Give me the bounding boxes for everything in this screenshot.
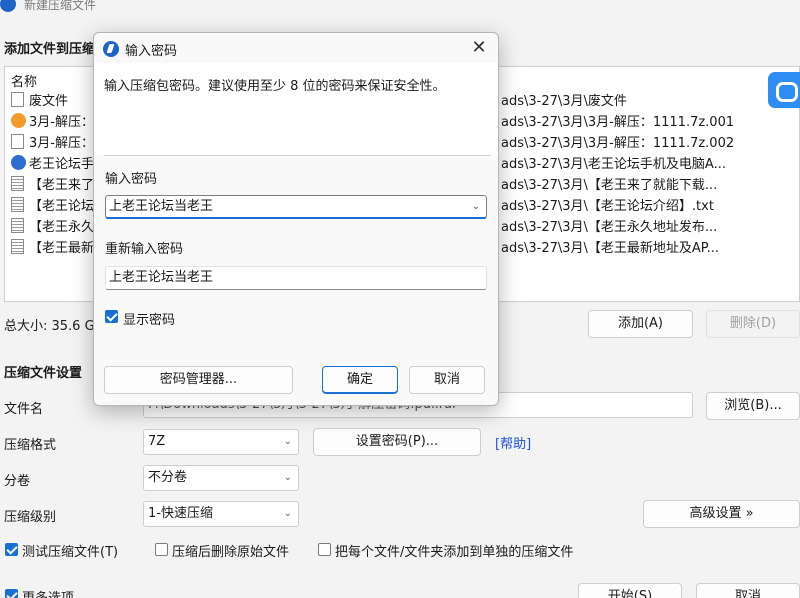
settings-section-title: 压缩文件设置 xyxy=(4,366,83,381)
separate-archives-label[interactable]: 把每个文件/文件夹添加到单独的压缩文件 xyxy=(335,541,573,560)
delete-button[interactable]: 删除(D) xyxy=(706,310,800,338)
main-titlebar: 新建压缩文件 xyxy=(0,0,800,16)
column-header-name[interactable]: 名称 xyxy=(11,71,37,90)
file-name: 3月-解压： xyxy=(29,115,94,130)
split-label: 分卷 xyxy=(4,474,31,489)
chevron-down-icon: ⌄ xyxy=(283,508,292,519)
dialog-description-area: 输入压缩包密码。建议使用至少 8 位的密码来保证安全性。 xyxy=(94,63,498,155)
delete-after-label[interactable]: 压缩后删除原始文件 xyxy=(172,541,289,560)
format-label: 压缩格式 xyxy=(4,438,57,453)
folder-file-icon xyxy=(11,92,24,107)
chevron-down-icon: ⌄ xyxy=(283,472,292,483)
file-path: ads\3-27\3月\老王论坛手机及电脑A... xyxy=(501,157,726,172)
password-label: 输入密码 xyxy=(105,172,158,187)
file-path: ads\3-27\3月\【老王最新地址及AP... xyxy=(501,241,720,256)
password-manager-button[interactable]: 密码管理器... xyxy=(104,366,293,394)
text-file-icon xyxy=(11,176,24,191)
browse-button[interactable]: 浏览(B)... xyxy=(706,392,800,420)
file-name: 【老王永久 xyxy=(29,220,95,235)
more-options-label[interactable]: 更多选项 xyxy=(22,587,74,598)
main-cancel-button[interactable]: 取消 xyxy=(696,583,800,598)
file-path: ads\3-27\3月\【老王永久地址发布... xyxy=(501,220,718,235)
file-icon xyxy=(11,134,24,149)
show-password-checkbox[interactable] xyxy=(105,310,118,323)
dialog-separator xyxy=(104,155,490,156)
set-password-button[interactable]: 设置密码(P)... xyxy=(313,428,481,456)
test-archive-checkbox[interactable] xyxy=(5,543,18,556)
dialog-cancel-button[interactable]: 取消 xyxy=(409,366,485,394)
level-label: 压缩级别 xyxy=(4,510,57,525)
window-title: 新建压缩文件 xyxy=(24,0,97,12)
password-value: 上老王论坛当老王 xyxy=(109,199,214,214)
advanced-settings-button[interactable]: 高级设置 » xyxy=(643,500,800,528)
file-name: 【老王最新 xyxy=(29,241,95,256)
format-select[interactable]: 7Z ⌄ xyxy=(143,429,299,455)
file-name: 老王论坛手 xyxy=(29,157,95,172)
password-dialog: 输入密码 ✕ 输入压缩包密码。建议使用至少 8 位的密码来保证安全性。 输入密码… xyxy=(93,32,499,406)
level-value: 1-快速压缩 xyxy=(148,506,213,521)
file-path: ads\3-27\3月\废文件 xyxy=(501,94,627,109)
reenter-password-input[interactable]: 上老王论坛当老王 xyxy=(105,266,487,290)
add-button[interactable]: 添加(A) xyxy=(588,310,693,338)
separate-archives-checkbox[interactable] xyxy=(318,543,331,556)
text-file-icon xyxy=(11,239,24,254)
side-logo-icon[interactable] xyxy=(768,72,800,108)
split-select[interactable]: 不分卷 ⌄ xyxy=(143,465,299,491)
file-name: 【老王论坛 xyxy=(29,199,95,214)
show-password-label[interactable]: 显示密码 xyxy=(123,309,175,328)
password-combo[interactable]: 上老王论坛当老王 ⌄ xyxy=(105,195,487,219)
dialog-titlebar: 输入密码 ✕ xyxy=(94,33,498,63)
filename-label: 文件名 xyxy=(4,402,44,417)
file-path: ads\3-27\3月\3月-解压：1111.7z.002 xyxy=(501,136,735,151)
app-icon xyxy=(0,0,16,12)
file-path: ads\3-27\3月\【老王来了就能下载... xyxy=(501,178,718,193)
text-file-icon xyxy=(11,218,24,233)
ok-button[interactable]: 确定 xyxy=(322,366,398,394)
file-name: 【老王来了 xyxy=(29,178,95,193)
level-select[interactable]: 1-快速压缩 ⌄ xyxy=(143,501,299,527)
more-options-checkbox[interactable] xyxy=(5,589,18,598)
close-icon[interactable]: ✕ xyxy=(464,35,494,61)
text-file-icon xyxy=(11,197,24,212)
app-blue-icon xyxy=(11,155,26,170)
start-button[interactable]: 开始(S) xyxy=(578,583,682,598)
file-path: ads\3-27\3月\【老王论坛介绍】.txt xyxy=(501,199,714,214)
reenter-password-label: 重新输入密码 xyxy=(105,242,184,257)
delete-after-checkbox[interactable] xyxy=(155,543,168,556)
dialog-title: 输入密码 xyxy=(125,44,178,59)
total-size-label: 总大小: 35.6 G xyxy=(4,319,95,334)
chevron-down-icon: ⌄ xyxy=(283,436,292,447)
rar-archive-icon xyxy=(11,113,26,128)
chevron-down-icon[interactable]: ⌄ xyxy=(472,196,480,217)
help-link[interactable]: [帮助] xyxy=(495,433,531,452)
test-archive-label[interactable]: 测试压缩文件(T) xyxy=(22,541,118,560)
file-path: ads\3-27\3月\3月-解压：1111.7z.001 xyxy=(501,115,735,130)
dialog-description: 输入压缩包密码。建议使用至少 8 位的密码来保证安全性。 xyxy=(104,79,446,94)
file-name: 3月-解压： xyxy=(29,136,94,151)
split-value: 不分卷 xyxy=(148,470,188,485)
app-icon xyxy=(103,41,119,57)
files-section-title: 添加文件到压缩 xyxy=(4,42,96,57)
format-value: 7Z xyxy=(148,434,166,449)
file-name: 废文件 xyxy=(29,94,69,109)
